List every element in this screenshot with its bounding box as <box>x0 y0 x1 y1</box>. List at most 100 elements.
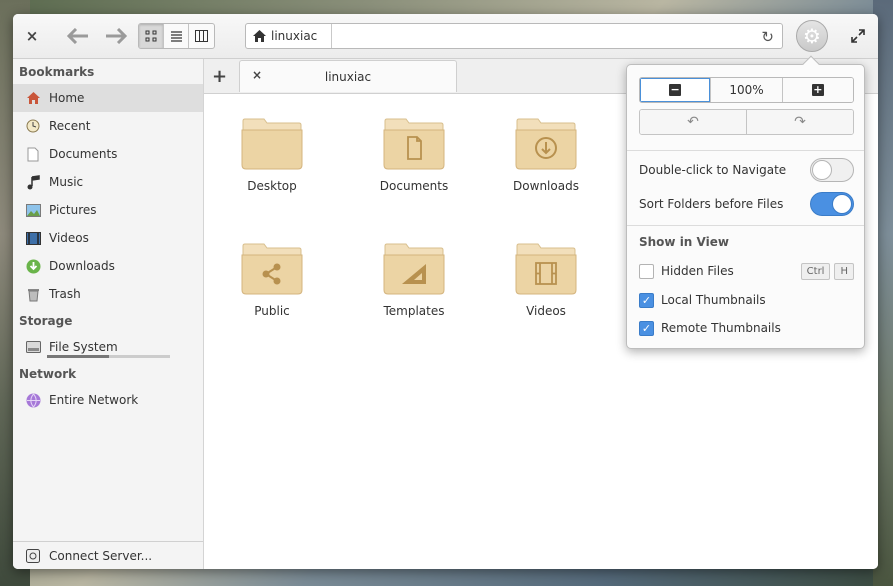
double-click-row: Double-click to Navigate <box>639 158 854 182</box>
sidebar-item-pictures[interactable]: Pictures <box>13 196 203 224</box>
remote-thumbnails-row[interactable]: ✓ Remote Thumbnails <box>639 318 854 338</box>
local-thumbnails-row[interactable]: ✓ Local Thumbnails <box>639 290 854 310</box>
tab-linuxiac[interactable]: × linuxiac <box>239 60 457 92</box>
trash-icon <box>25 286 41 302</box>
sidebar-item-documents[interactable]: Documents <box>13 140 203 168</box>
list-view-icon <box>170 31 182 42</box>
sidebar-header-bookmarks: Bookmarks <box>19 64 95 79</box>
close-tab-icon[interactable]: × <box>252 68 262 82</box>
sidebar-item-videos[interactable]: Videos <box>13 224 203 252</box>
shortcut-hint: Ctrl H <box>797 262 854 280</box>
folder-document-icon <box>383 118 445 170</box>
home-icon <box>253 30 266 42</box>
folder-desktop[interactable]: Desktop <box>217 117 327 193</box>
sort-folders-switch[interactable] <box>810 192 854 216</box>
zoom-out-icon: − <box>669 83 682 96</box>
download-icon <box>25 258 41 274</box>
hidden-files-checkbox[interactable] <box>639 263 654 279</box>
grid-view-button[interactable] <box>139 24 164 48</box>
switch-knob <box>832 194 852 214</box>
disk-usage-fill <box>47 355 109 358</box>
folder-icon <box>241 118 303 170</box>
redo-icon: ↷ <box>794 114 806 130</box>
sidebar-item-file-system[interactable]: File System <box>13 333 203 361</box>
local-thumbnails-checkbox[interactable]: ✓ <box>639 292 654 308</box>
sidebar-item-label: Entire Network <box>49 393 139 407</box>
sidebar-item-home[interactable]: Home <box>13 84 203 112</box>
headerbar: × linuxiac ↻ ⚙ <box>13 14 878 59</box>
sidebar-item-trash[interactable]: Trash <box>13 280 203 308</box>
video-icon <box>25 230 41 246</box>
folder-videos[interactable]: Videos <box>491 242 601 318</box>
hidden-files-row[interactable]: Hidden Files Ctrl H <box>639 261 854 281</box>
grid-view-icon <box>145 30 157 42</box>
view-mode-switcher <box>138 23 215 49</box>
zoom-controls: − 100% + <box>639 77 854 103</box>
folder-share-icon <box>241 243 303 295</box>
sort-folders-label: Sort Folders before Files <box>639 197 784 211</box>
new-tab-button[interactable]: + <box>212 66 227 87</box>
sidebar-item-label: Home <box>49 91 85 105</box>
sidebar-item-label: Trash <box>49 287 81 301</box>
back-button[interactable] <box>65 22 91 50</box>
network-icon <box>25 392 41 408</box>
list-view-button[interactable] <box>164 24 189 48</box>
double-click-switch[interactable] <box>810 158 854 182</box>
maximize-button[interactable] <box>847 22 869 50</box>
breadcrumb-label: linuxiac <box>271 29 318 43</box>
sidebar-header-storage: Storage <box>19 313 73 328</box>
zoom-out-button[interactable]: − <box>640 78 712 102</box>
breadcrumb[interactable]: linuxiac <box>246 24 333 48</box>
sidebar-item-label: Documents <box>49 147 118 161</box>
undo-redo-controls: ↶ ↷ <box>639 109 854 135</box>
remote-thumbnails-checkbox[interactable]: ✓ <box>639 320 654 336</box>
sidebar-item-recent[interactable]: Recent <box>13 112 203 140</box>
menu-button[interactable]: ⚙ <box>796 20 828 52</box>
show-in-view-header: Show in View <box>639 235 729 249</box>
sidebar-item-downloads[interactable]: Downloads <box>13 252 203 280</box>
sidebar-item-label: Recent <box>49 119 91 133</box>
kbd-key: H <box>834 262 854 280</box>
arrow-right-icon <box>106 28 127 44</box>
music-icon <box>25 174 41 190</box>
folder-label: Documents <box>379 179 449 193</box>
sidebar-item-entire-network[interactable]: Entire Network <box>13 386 203 414</box>
zoom-in-button[interactable]: + <box>782 78 853 102</box>
zoom-level[interactable]: 100% <box>711 78 783 102</box>
path-bar[interactable]: linuxiac ↻ <box>245 23 783 49</box>
undo-button[interactable]: ↶ <box>640 110 747 134</box>
sidebar-item-music[interactable]: Music <box>13 168 203 196</box>
close-button[interactable]: × <box>21 22 43 50</box>
sidebar: Bookmarks Home Recent Documents Music Pi… <box>13 59 204 569</box>
undo-icon: ↶ <box>687 114 699 130</box>
server-icon <box>25 548 41 564</box>
divider <box>627 150 864 151</box>
sidebar-item-label: Music <box>49 175 84 189</box>
folder-documents[interactable]: Documents <box>359 117 469 193</box>
connect-server-label: Connect Server... <box>49 548 153 563</box>
double-click-label: Double-click to Navigate <box>639 163 787 177</box>
forward-button[interactable] <box>103 22 129 50</box>
settings-popover: − 100% + ↶ ↷ Double-click to Navigate So… <box>626 55 865 349</box>
remote-thumbnails-label: Remote Thumbnails <box>661 321 781 335</box>
column-view-button[interactable] <box>189 24 214 48</box>
hidden-files-label: Hidden Files <box>661 264 734 278</box>
connect-server-button[interactable]: Connect Server... <box>13 541 203 569</box>
folder-download-icon <box>515 118 577 170</box>
clock-icon <box>25 118 41 134</box>
drive-icon <box>25 339 41 355</box>
sidebar-item-label: Videos <box>49 231 89 245</box>
folder-film-icon <box>515 243 577 295</box>
local-thumbnails-label: Local Thumbnails <box>661 293 766 307</box>
sidebar-item-label: File System <box>49 340 118 354</box>
folder-templates[interactable]: Templates <box>359 242 469 318</box>
disk-usage-bar <box>47 355 170 358</box>
folder-public[interactable]: Public <box>217 242 327 318</box>
sort-folders-row: Sort Folders before Files <box>639 192 854 216</box>
kbd-key: Ctrl <box>800 262 831 280</box>
folder-label: Templates <box>383 304 445 318</box>
reload-icon[interactable]: ↻ <box>761 28 774 46</box>
folder-downloads[interactable]: Downloads <box>491 117 601 193</box>
redo-button[interactable]: ↷ <box>747 110 853 134</box>
gear-icon: ⚙ <box>803 24 821 48</box>
